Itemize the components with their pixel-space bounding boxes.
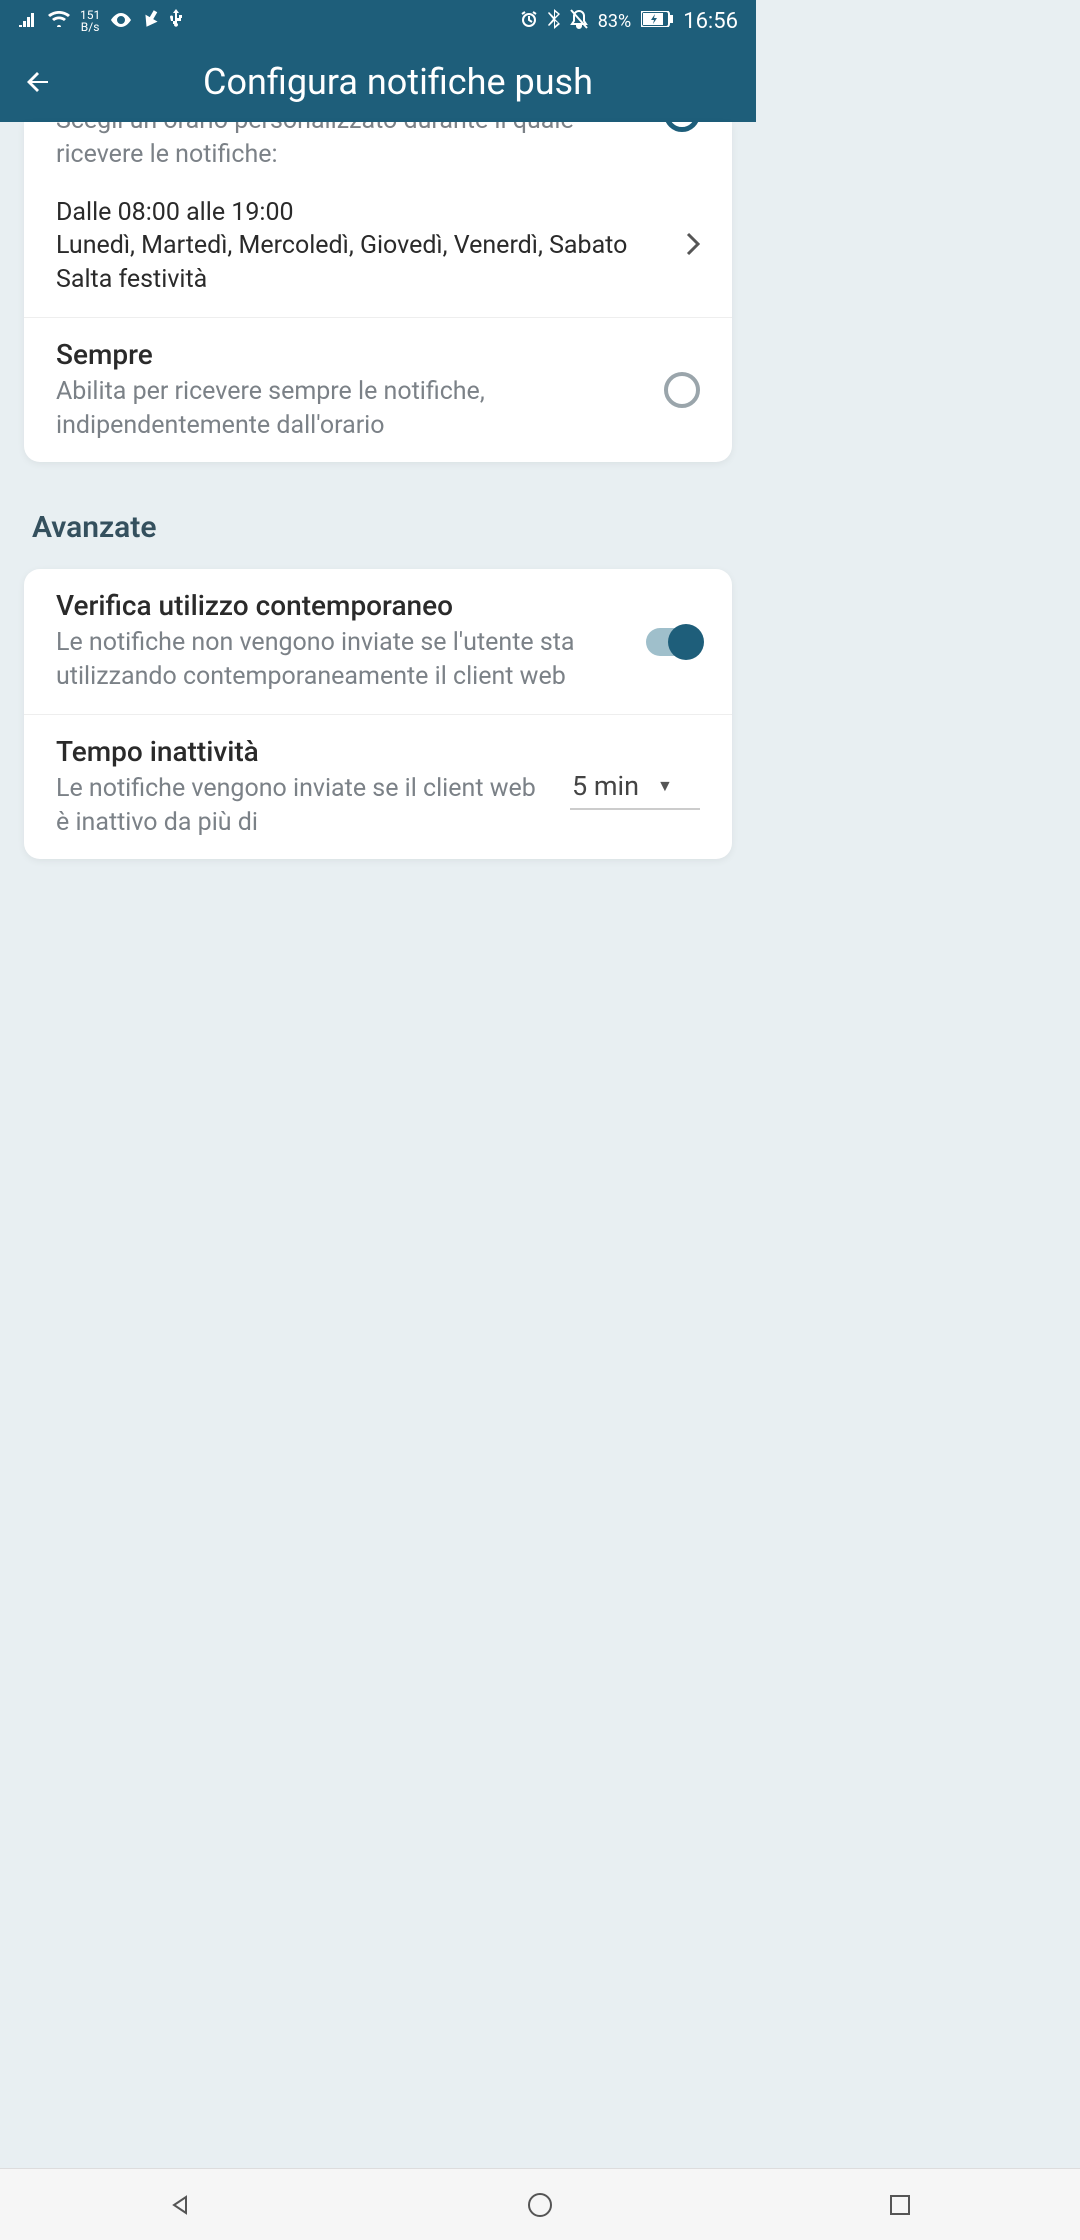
inactivity-desc: Le notifiche vengono inviate se il clien… — [56, 772, 550, 840]
concurrent-usage-row[interactable]: Verifica utilizzo contemporaneo Le notif… — [24, 569, 732, 714]
app-header: Configura notifiche push — [0, 42, 756, 122]
status-bar: 151 B/s 83% 16:56 — [0, 0, 756, 42]
mute-icon — [570, 9, 588, 34]
always-option[interactable]: Sempre Abilita per ricevere sempre le no… — [24, 317, 732, 463]
schedule-days: Lunedì, Martedì, Mercoledì, Giovedì, Ven… — [56, 229, 664, 263]
inactivity-value: 5 min — [572, 770, 639, 802]
schedule-card: Scegli un orario personalizzato durante … — [24, 122, 732, 462]
schedule-holidays: Salta festività — [56, 263, 664, 297]
battery-icon — [641, 11, 673, 32]
alarm-icon — [520, 10, 538, 33]
inactivity-select[interactable]: 5 min ▼ — [570, 764, 700, 810]
nav-recent-button[interactable] — [885, 2190, 915, 2220]
nav-back-button[interactable] — [165, 2190, 195, 2220]
net-speed: 151 B/s — [80, 9, 100, 33]
battery-percent: 83% — [598, 11, 631, 32]
radio-always[interactable] — [664, 372, 700, 408]
page-title: Configura notifiche push — [98, 61, 698, 103]
always-title: Sempre — [56, 338, 644, 371]
concurrent-title: Verifica utilizzo contemporaneo — [56, 589, 626, 622]
signal-icon — [18, 11, 38, 32]
inactivity-title: Tempo inattività — [56, 735, 550, 768]
caret-down-icon: ▼ — [657, 776, 673, 796]
wifi-icon — [48, 11, 70, 32]
radio-custom-selected[interactable] — [664, 122, 700, 132]
usb-icon — [170, 9, 182, 34]
always-desc: Abilita per ricevere sempre le notifiche… — [56, 375, 644, 443]
concurrent-desc: Le notifiche non vengono inviate se l'ut… — [56, 626, 626, 694]
system-navbar — [0, 2168, 1080, 2240]
clock-text: 16:56 — [683, 9, 738, 34]
chevron-right-icon — [684, 230, 700, 263]
schedule-detail-row[interactable]: Dalle 08:00 alle 19:00 Lunedì, Martedì, … — [24, 192, 732, 317]
chevrons-icon — [142, 10, 160, 33]
eye-icon — [110, 11, 132, 32]
custom-schedule-option[interactable]: Scegli un orario personalizzato durante … — [24, 122, 732, 192]
nav-home-button[interactable] — [525, 2190, 555, 2220]
section-advanced: Avanzate — [32, 510, 724, 545]
bluetooth-icon — [548, 9, 560, 34]
concurrent-switch[interactable] — [646, 628, 700, 656]
custom-schedule-desc: Scegli un orario personalizzato durante … — [56, 122, 644, 172]
back-button[interactable] — [18, 62, 58, 102]
inactivity-row[interactable]: Tempo inattività Le notifiche vengono in… — [24, 714, 732, 860]
advanced-card: Verifica utilizzo contemporaneo Le notif… — [24, 569, 732, 859]
schedule-hours: Dalle 08:00 alle 19:00 — [56, 196, 664, 230]
